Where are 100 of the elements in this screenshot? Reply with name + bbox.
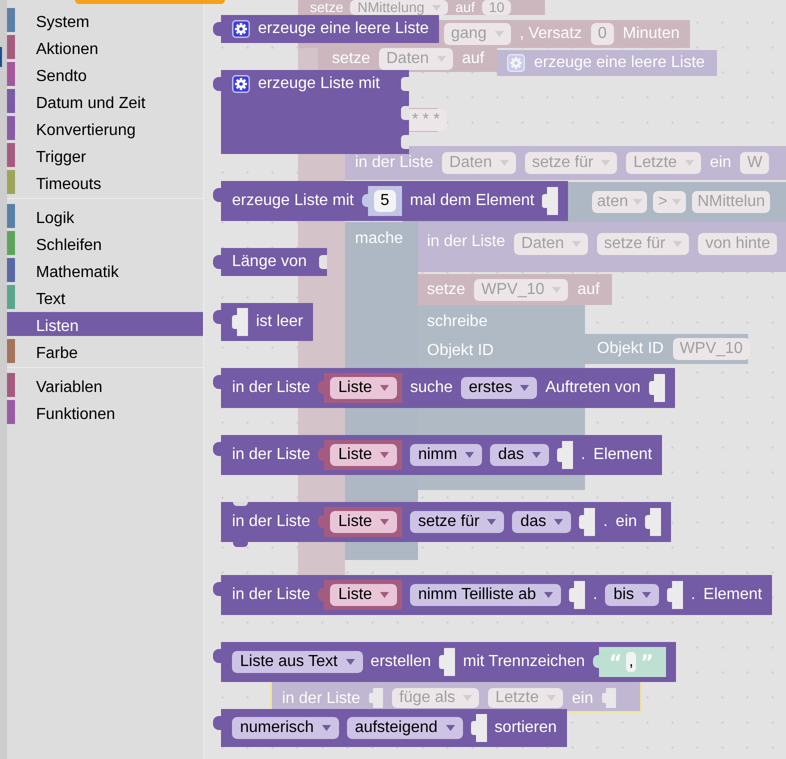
dropdown[interactable]: das (490, 444, 549, 466)
dropdown[interactable]: Liste (330, 377, 398, 399)
list-block[interactable]: erzeuge eine leere Liste (213, 15, 439, 43)
gear-icon[interactable] (232, 20, 250, 38)
input-socket (470, 714, 487, 742)
caret-icon (684, 160, 694, 166)
caret-icon (500, 160, 509, 166)
connector-tab (362, 194, 369, 207)
quote-mark: “ (608, 652, 622, 672)
block-label: mit Trennzeichen (463, 653, 585, 671)
dropdown[interactable]: das (512, 511, 572, 533)
block-label: schreibe (427, 313, 488, 331)
category-item[interactable]: Sendto (7, 62, 203, 86)
input-socket (569, 581, 586, 609)
connector-tab (213, 255, 222, 269)
dropdown[interactable]: bis (605, 584, 659, 606)
connector-tab (592, 655, 600, 668)
dropdown[interactable]: erstes (460, 377, 538, 399)
caret-icon (380, 452, 390, 458)
connector-notch (233, 502, 248, 506)
edge-marker (0, 47, 2, 67)
connector-tab (213, 375, 222, 389)
block-label: in der Liste (355, 154, 434, 172)
caret-icon (380, 592, 390, 598)
caret-icon (672, 199, 682, 205)
variable-block[interactable]: Liste (318, 507, 402, 537)
caret-icon (432, 4, 442, 10)
category-item[interactable]: Aktionen (7, 35, 203, 59)
value-field: von hinte (698, 233, 778, 255)
block-label: auf (462, 50, 484, 68)
category-item[interactable]: Text (7, 285, 203, 309)
gear-icon[interactable] (232, 75, 250, 93)
category-item[interactable]: Variablen (7, 373, 203, 397)
number-block[interactable]: 5 (362, 186, 402, 216)
dropdown[interactable]: Liste (330, 444, 398, 466)
connector-tab (213, 716, 222, 730)
input-socket (666, 581, 683, 609)
value-field: NMittelun (692, 191, 770, 213)
list-block[interactable]: in der Liste Liste setze für das . ein (221, 502, 672, 548)
text-block[interactable]: “ , ” (592, 647, 666, 677)
variable-block[interactable]: Liste (318, 580, 402, 610)
list-block[interactable]: in der Liste Liste nimm das . Element (213, 435, 662, 475)
dropdown[interactable]: numerisch (232, 717, 339, 739)
category-item[interactable]: System (7, 8, 203, 32)
category-item[interactable]: Funktionen (7, 400, 203, 424)
list-block[interactable]: Länge von (213, 248, 327, 276)
list-block[interactable]: in der Liste Liste nimm Teilliste ab . bis . Element (213, 575, 772, 615)
caret-icon (546, 695, 556, 701)
quote-mark: ” (640, 652, 654, 672)
block-label: in der Liste (232, 379, 310, 397)
caret-icon (380, 519, 390, 525)
dropdown[interactable]: Liste aus Text (232, 651, 363, 673)
dropdown[interactable]: nimm Teilliste ab (410, 584, 562, 606)
category-item[interactable]: Logik (7, 204, 203, 228)
block-label: in der Liste (232, 586, 310, 604)
category-item[interactable]: Datum und Zeit (7, 89, 203, 113)
block-label: in der Liste (232, 513, 310, 531)
category-item[interactable]: Farbe (7, 339, 203, 363)
block-label: erstellen (370, 653, 432, 671)
text-field[interactable]: , (626, 652, 636, 672)
category-item[interactable]: Konvertierung (7, 116, 203, 140)
list-block[interactable]: erzeuge Liste mit (213, 70, 409, 154)
category-item[interactable]: Listen (7, 312, 203, 336)
connector-tab (213, 582, 222, 596)
dropdown[interactable]: Liste (330, 584, 398, 606)
value-field: W (740, 152, 770, 174)
block-label: . (690, 586, 696, 604)
input-socket (645, 508, 662, 536)
block-label: Auftreten von (545, 379, 641, 397)
category-item[interactable]: Trigger (7, 143, 203, 167)
connector-tab (318, 515, 326, 528)
dropdown[interactable]: nimm (410, 444, 482, 466)
category-item[interactable]: Timeouts (7, 170, 203, 194)
caret-icon (642, 592, 651, 598)
category-item[interactable]: Schleifen (7, 231, 203, 255)
variable-block[interactable]: Liste (318, 440, 402, 470)
caret-icon (380, 385, 390, 391)
input-socket (369, 688, 384, 708)
list-block[interactable]: in der Liste Liste suche erstes Auftreten von (213, 368, 675, 408)
caret-icon (465, 452, 474, 458)
connector-tab (213, 22, 222, 36)
input-socket (232, 308, 248, 336)
list-block[interactable]: erzeuge Liste mit 5 mal dem Element (213, 181, 568, 221)
caret-icon (494, 31, 504, 37)
connector-tab (213, 188, 222, 202)
value-field: WPV_10 (672, 338, 750, 360)
input-notch (400, 135, 409, 149)
dropdown[interactable]: Liste (330, 511, 398, 533)
dropdown[interactable]: aufsteigend (346, 717, 463, 739)
number-field[interactable]: 5 (374, 190, 396, 212)
variable-block[interactable]: Liste (318, 373, 402, 403)
list-block[interactable]: ist leer (213, 303, 314, 341)
category-item[interactable]: Mathematik (7, 258, 203, 282)
connector-tab (213, 442, 222, 456)
block-label: auf (455, 0, 475, 15)
dropdown[interactable]: setze für (410, 511, 504, 533)
list-block[interactable]: Liste aus Text erstellen mit Trennzeichen “ , ” (213, 642, 676, 682)
list-block[interactable]: numerisch aufsteigend sortieren (213, 709, 567, 747)
block-label: in der Liste (427, 233, 506, 251)
block-label: sortieren (494, 719, 557, 737)
